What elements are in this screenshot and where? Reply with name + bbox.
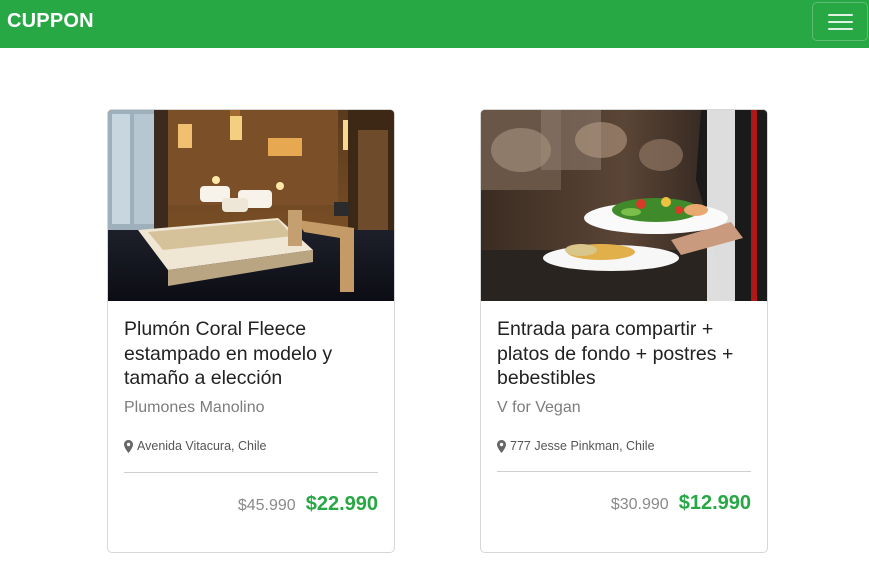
- divider: [124, 472, 378, 473]
- deal-location: Avenida Vitacura, Chile: [124, 439, 266, 453]
- price-block: $45.990 $22.990: [238, 493, 378, 516]
- map-marker-icon: [124, 439, 133, 453]
- price-block: $30.990 $12.990: [611, 492, 751, 515]
- navbar: CUPPON: [0, 0, 869, 48]
- deal-card[interactable]: Plumón Coral Fleece estampado en modelo …: [107, 109, 395, 553]
- deal-image-waiter-serving[interactable]: [481, 110, 767, 301]
- original-price: $45.990: [237, 497, 296, 514]
- location-text: Avenida Vitacura, Chile: [137, 439, 267, 453]
- deal-title[interactable]: Plumón Coral Fleece estampado en modelo …: [124, 317, 382, 391]
- deal-title[interactable]: Entrada para compartir + platos de fondo…: [497, 317, 755, 391]
- menu-toggle-button[interactable]: [812, 2, 868, 41]
- divider: [497, 471, 751, 472]
- discount-price: $22.990: [305, 493, 378, 515]
- brand-logo[interactable]: CUPPON: [7, 10, 94, 33]
- merchant-name: V for Vegan: [497, 399, 581, 416]
- location-text: 777 Jesse Pinkman, Chile: [510, 439, 655, 453]
- original-price: $30.990: [610, 496, 669, 513]
- merchant-name: Plumones Manolino: [124, 399, 265, 416]
- deal-location: 777 Jesse Pinkman, Chile: [497, 439, 655, 453]
- deal-image-hotel-bedroom[interactable]: [108, 110, 394, 301]
- map-marker-icon: [497, 439, 506, 453]
- discount-price: $12.990: [678, 492, 751, 514]
- deal-card[interactable]: Entrada para compartir + platos de fondo…: [480, 109, 768, 553]
